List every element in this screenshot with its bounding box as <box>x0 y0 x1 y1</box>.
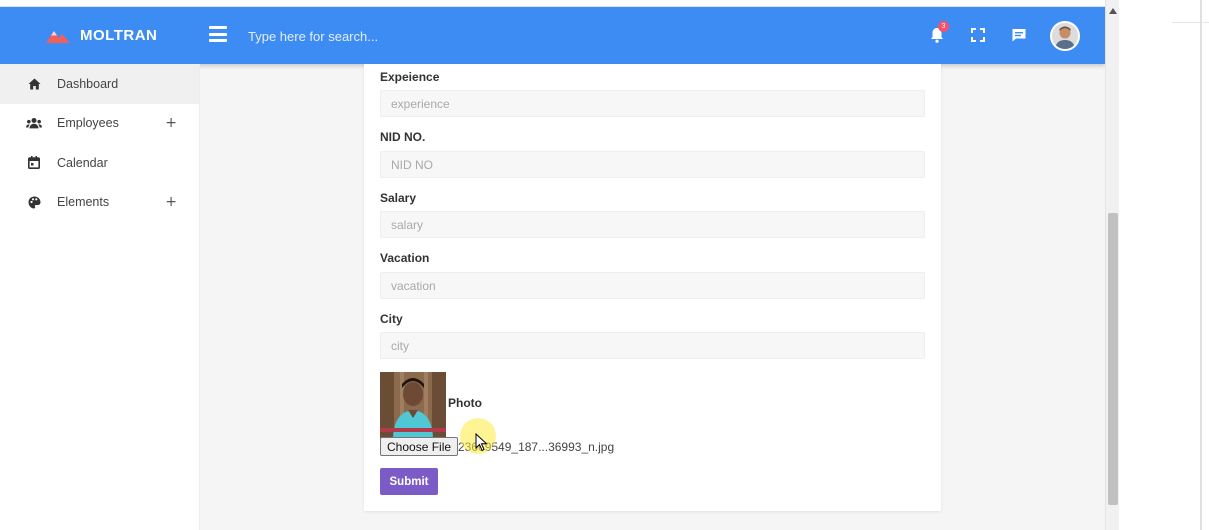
sidebar-item-calendar[interactable]: Calendar <box>0 143 199 183</box>
expand-plus-icon[interactable]: + <box>165 115 177 131</box>
nid-input[interactable] <box>380 151 925 178</box>
city-label: City <box>380 312 403 326</box>
right-divider <box>1172 22 1209 38</box>
scrollbar-thumb[interactable] <box>1108 213 1118 505</box>
user-avatar[interactable] <box>1050 21 1080 51</box>
city-input[interactable] <box>380 332 925 359</box>
search-input[interactable] <box>240 21 540 51</box>
photo-label: Photo <box>448 396 482 410</box>
vertical-scrollbar[interactable] <box>1105 0 1119 530</box>
home-icon <box>26 76 42 92</box>
scroll-up-arrow-icon[interactable] <box>1109 8 1117 14</box>
submit-button[interactable]: Submit <box>380 468 438 495</box>
right-edge-line <box>1200 0 1202 530</box>
sidebar-item-label: Dashboard <box>57 76 119 91</box>
vacation-label: Vacation <box>380 251 430 265</box>
top-header: MOLTRAN 3 <box>0 7 1105 64</box>
sidebar-item-label: Employees <box>57 116 119 131</box>
notification-badge: 3 <box>938 21 949 32</box>
sidebar-item-dashboard[interactable]: Dashboard <box>0 64 199 104</box>
sidebar-item-elements[interactable]: Elements + <box>0 183 199 223</box>
palette-icon <box>26 194 42 210</box>
selected-file-name: 23669549_187...36993_n.jpg <box>458 440 615 454</box>
experience-input[interactable] <box>380 90 925 117</box>
mountain-logo-icon <box>46 30 70 43</box>
main-content: Expeience NID NO. Salary Vacation City <box>200 64 1105 530</box>
employee-form-card: Expeience NID NO. Salary Vacation City <box>364 64 941 511</box>
sidebar-item-label: Calendar <box>57 155 108 170</box>
expand-plus-icon[interactable]: + <box>165 194 177 210</box>
user-avatar-image <box>1052 23 1078 49</box>
fullscreen-icon[interactable] <box>969 26 987 44</box>
hamburger-menu-icon[interactable] <box>209 26 227 42</box>
sidebar-item-label: Elements <box>57 195 110 210</box>
salary-input[interactable] <box>380 211 925 238</box>
salary-label: Salary <box>380 191 417 205</box>
brand-name: MOLTRAN <box>80 27 158 44</box>
photo-preview-image <box>380 372 446 438</box>
sidebar-item-employees[interactable]: Employees + <box>0 104 199 144</box>
chat-message-icon[interactable] <box>1010 26 1028 44</box>
nid-label: NID NO. <box>380 130 426 144</box>
users-icon <box>26 115 42 131</box>
experience-label: Expeience <box>380 70 440 84</box>
app-viewport: MOLTRAN 3 <box>0 0 1105 530</box>
vacation-input[interactable] <box>380 272 925 299</box>
sidebar: Dashboard Employees + Calendar Elements … <box>0 64 200 530</box>
brand[interactable]: MOLTRAN <box>46 7 157 64</box>
choose-file-button[interactable]: Choose File <box>380 437 459 456</box>
browser-top-strip <box>0 0 1105 7</box>
calendar-icon <box>26 155 42 171</box>
right-blank-area <box>1119 0 1209 530</box>
